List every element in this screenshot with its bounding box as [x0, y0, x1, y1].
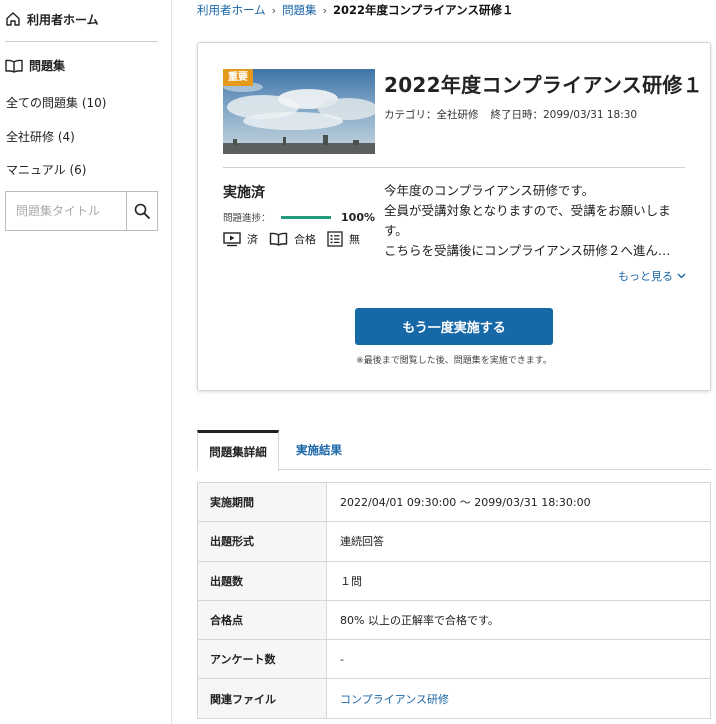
course-card: 重要 2022年度コンプライアンス研修１ カテゴリ：全社研修 終了日時：2099/… [197, 42, 711, 391]
progress-bar-fill [280, 215, 332, 219]
row-key: 実施期間 [197, 481, 327, 523]
sidebar-item-manual[interactable]: マニュアル (6) [6, 161, 86, 178]
card-divider [223, 167, 685, 168]
breadcrumb-question-sets[interactable]: 問題集 [282, 2, 317, 18]
course-meta: カテゴリ：全社研修 終了日時：2099/03/31 18:30 [384, 107, 637, 122]
important-badge: 重要 [223, 69, 253, 86]
description-line: す。 [384, 223, 408, 238]
row-key: 関連ファイル [197, 678, 327, 719]
course-end-date: 終了日時：2099/03/31 18:30 [490, 109, 638, 121]
tab-results[interactable]: 実施結果 [279, 430, 359, 470]
completion-icons: 済 合格 無 [223, 231, 371, 247]
table-row: アンケート数 - [197, 639, 711, 680]
search-icon [134, 203, 150, 219]
sidebar-home-link[interactable]: 利用者ホーム [5, 9, 99, 29]
progress-value: 100% [341, 210, 375, 224]
table-row: 関連ファイル コンプライアンス研修 [197, 678, 711, 719]
book-icon [5, 59, 23, 73]
survey-status: 無 [327, 231, 360, 247]
test-status-label: 合格 [294, 233, 316, 246]
description-line: 今年度のコンプライアンス研修です。 [384, 183, 595, 198]
survey-status-label: 無 [349, 233, 360, 246]
table-row: 実施期間 2022/04/01 09:30:00 〜 2099/03/31 18… [197, 481, 711, 523]
breadcrumb: 利用者ホーム › 問題集 › 2022年度コンプライアンス研修１ [197, 2, 513, 18]
course-status: 実施済 [223, 185, 265, 201]
video-icon [223, 231, 241, 246]
sidebar-search [5, 191, 158, 231]
table-row: 出題数 １問 [197, 560, 711, 601]
row-value: - [326, 639, 711, 680]
video-status: 済 [223, 231, 258, 247]
row-key: 出題数 [197, 560, 327, 601]
home-icon [6, 12, 20, 26]
related-file-link[interactable]: コンプライアンス研修 [326, 678, 711, 719]
row-key: 出題形式 [197, 521, 327, 562]
row-value: 2022/04/01 09:30:00 〜 2099/03/31 18:30:0… [326, 481, 711, 523]
description-line: こちらを受講後にコンプライアンス研修２へ進ん… [384, 243, 671, 258]
course-title: 2022年度コンプライアンス研修１ [384, 73, 703, 97]
chevron-down-icon [677, 273, 686, 279]
chevron-right-icon: › [322, 3, 327, 17]
test-status: 合格 [269, 231, 316, 247]
chevron-right-icon: › [271, 3, 277, 17]
sidebar-item-company-training[interactable]: 全社研修 (4) [6, 128, 75, 145]
course-description: 今年度のコンプライアンス研修です。 全員が受講対象となりますので、受講をお願いし… [384, 181, 689, 261]
retry-button[interactable]: もう一度実施する [355, 308, 553, 345]
book-icon [269, 232, 288, 246]
survey-list-icon [327, 231, 343, 247]
show-more-link[interactable]: もっと見る [618, 268, 686, 284]
video-status-label: 済 [247, 233, 258, 246]
sidebar-section-question-sets: 問題集 [5, 57, 65, 74]
sidebar-home-label: 利用者ホーム [27, 12, 99, 27]
details-table: 実施期間 2022/04/01 09:30:00 〜 2099/03/31 18… [197, 481, 711, 719]
course-category: カテゴリ：全社研修 [384, 109, 479, 121]
progress-label: 問題進捗： [223, 213, 271, 224]
show-more-label: もっと見る [618, 270, 673, 283]
row-value: １問 [326, 560, 711, 601]
search-input[interactable] [6, 192, 126, 230]
breadcrumb-home[interactable]: 利用者ホーム [197, 2, 266, 18]
retry-note: ※最後まで閲覧した後、問題集を実施できます。 [356, 356, 552, 366]
sidebar-item-all[interactable]: 全ての問題集 (10) [6, 94, 106, 111]
table-row: 出題形式 連続回答 [197, 521, 711, 562]
search-button[interactable] [126, 192, 157, 230]
row-value: 連続回答 [326, 521, 711, 562]
row-key: アンケート数 [197, 639, 327, 680]
tab-bar: 問題集詳細 実施結果 [197, 430, 711, 471]
sidebar-divider [5, 41, 158, 42]
table-row: 合格点 80% 以上の正解率で合格です。 [197, 599, 711, 641]
description-line: 全員が受講対象となりますので、受講をお願いしま [384, 203, 671, 218]
sidebar: 利用者ホーム 問題集 全ての問題集 (10) 全社研修 (4) マニュアル (6… [0, 0, 172, 724]
tab-details[interactable]: 問題集詳細 [197, 430, 279, 471]
progress-row: 問題進捗： 100% [223, 210, 375, 225]
progress-bar [280, 215, 332, 219]
row-key: 合格点 [197, 599, 327, 641]
breadcrumb-current: 2022年度コンプライアンス研修１ [332, 3, 514, 17]
row-value: 80% 以上の正解率で合格です。 [326, 599, 711, 641]
sidebar-section-label: 問題集 [29, 59, 66, 73]
